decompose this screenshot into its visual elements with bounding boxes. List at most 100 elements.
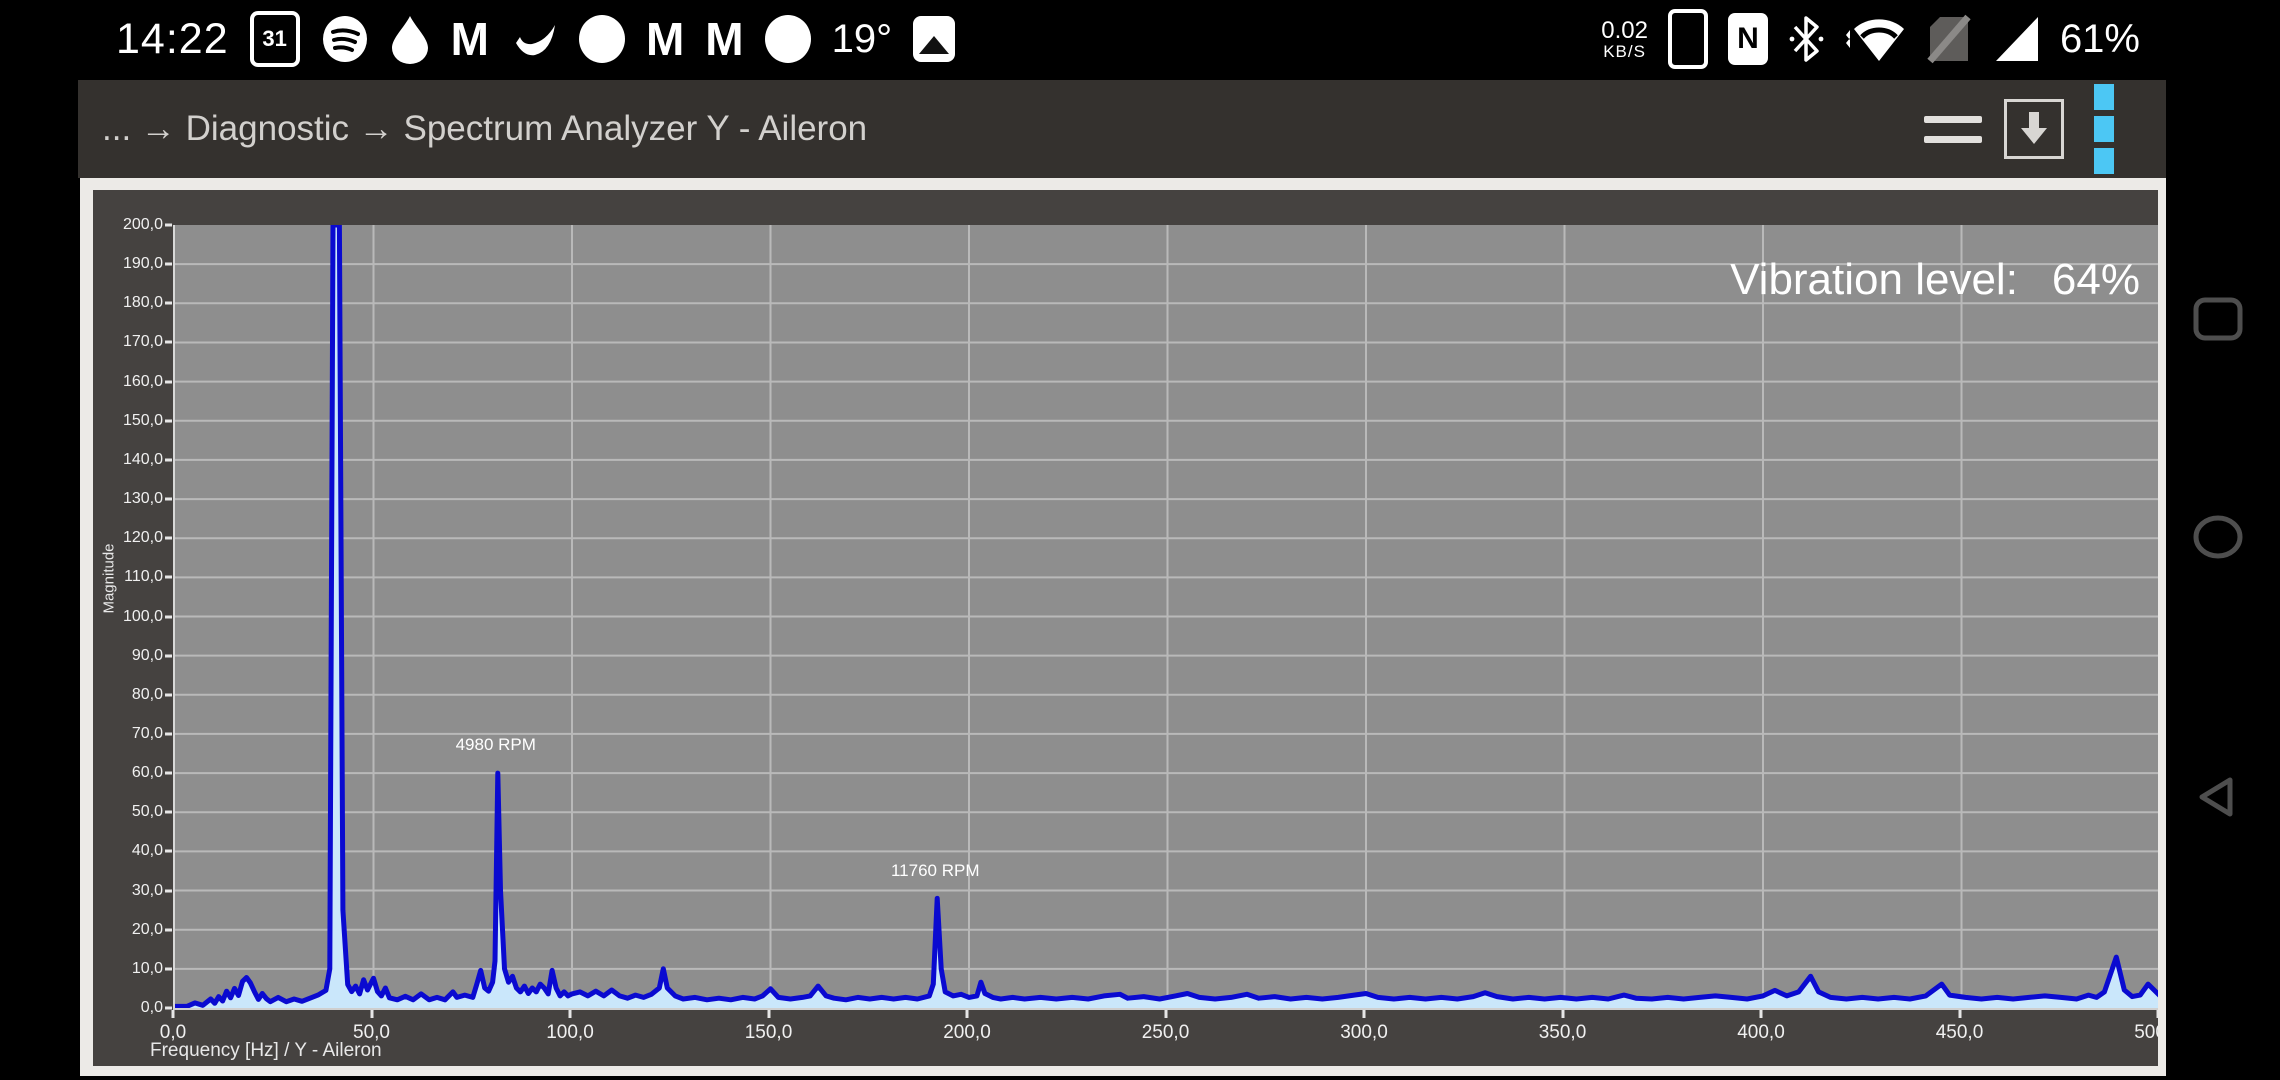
- rpm-annotation: 4980 RPM: [456, 735, 536, 755]
- x-axis-tick-label: 350,0: [1539, 1022, 1587, 1044]
- menu-icon[interactable]: [1924, 116, 1982, 143]
- y-axis-tick-label: 160,0: [93, 373, 163, 391]
- m-app-icon-2: M: [705, 16, 743, 62]
- y-axis-tick-label: 140,0: [93, 451, 163, 469]
- y-axis-tick-label: 60,0: [93, 764, 163, 782]
- battery-percent-text: 61%: [2060, 17, 2140, 62]
- connection-level-indicator[interactable]: [2094, 84, 2114, 174]
- y-axis-tick-label: 100,0: [93, 608, 163, 626]
- y-axis-tick-mark: [165, 224, 172, 227]
- phone-mode-icon: [1668, 9, 1708, 69]
- m-app-icon: M: [646, 16, 684, 62]
- signal-strength-icon: [1992, 15, 2040, 63]
- x-axis-tick-mark: [1760, 1010, 1763, 1018]
- check-swoosh-icon: [510, 17, 558, 61]
- circle-app-icon: [579, 15, 625, 63]
- chart-panel: Magnitude Frequency [Hz] / Y - Aileron V…: [80, 178, 2166, 1076]
- y-axis-tick-mark: [165, 811, 172, 814]
- y-axis-tick-label: 200,0: [93, 216, 163, 234]
- y-axis-tick-label: 110,0: [93, 568, 163, 586]
- water-drop-icon: [390, 14, 430, 64]
- x-axis-tick-mark: [172, 1010, 175, 1018]
- y-axis-tick-mark: [165, 341, 172, 344]
- calendar-day-text: 31: [262, 26, 286, 52]
- x-axis-tick-label: 300,0: [1340, 1022, 1388, 1044]
- x-axis-tick-mark: [370, 1010, 373, 1018]
- wifi-icon: [1844, 13, 1906, 65]
- weather-temperature-text: 19°: [832, 17, 893, 62]
- y-axis-tick-mark: [165, 654, 172, 657]
- y-axis-tick-label: 0,0: [93, 999, 163, 1017]
- status-right-cluster: 0.02 KB/S N 61%: [1601, 6, 2140, 72]
- y-axis-tick-label: 20,0: [93, 921, 163, 939]
- y-axis-tick-label: 150,0: [93, 412, 163, 430]
- y-axis-tick-mark: [165, 576, 172, 579]
- y-axis-tick-mark: [165, 263, 172, 266]
- y-axis-tick-mark: [165, 537, 172, 540]
- y-axis-tick-mark: [165, 302, 172, 305]
- y-axis-tick-label: 30,0: [93, 882, 163, 900]
- vibration-level-value: 64%: [2052, 255, 2140, 304]
- network-speed-value: 0.02: [1601, 19, 1648, 43]
- y-axis-tick-label: 120,0: [93, 529, 163, 547]
- x-axis-tick-label: 50,0: [353, 1022, 390, 1044]
- x-axis-tick-mark: [1363, 1010, 1366, 1018]
- y-axis-tick-label: 10,0: [93, 960, 163, 978]
- x-axis-tick-mark: [1164, 1010, 1167, 1018]
- nfc-letter: N: [1737, 22, 1759, 56]
- app-header: ... → Diagnostic → Spectrum Analyzer Y -…: [78, 80, 2166, 178]
- y-axis-tick-label: 180,0: [93, 294, 163, 312]
- y-axis-tick-label: 170,0: [93, 333, 163, 351]
- x-axis-tick-label: 500,0: [2134, 1022, 2158, 1044]
- download-icon[interactable]: [2004, 99, 2064, 159]
- x-axis-tick-mark: [767, 1010, 770, 1018]
- y-axis-tick-label: 50,0: [93, 803, 163, 821]
- bluetooth-icon: [1788, 13, 1824, 65]
- vibration-level-label: Vibration level:: [1730, 255, 2018, 304]
- spectrum-trace-svg: [175, 225, 2158, 1008]
- x-axis-tick-label: 400,0: [1737, 1022, 1785, 1044]
- y-axis-tick-label: 80,0: [93, 686, 163, 704]
- y-axis-tick-mark: [165, 967, 172, 970]
- y-axis-tick-label: 90,0: [93, 647, 163, 665]
- spotify-icon: [321, 15, 369, 63]
- gmail-icon: M: [451, 16, 489, 62]
- clock-text: 14:22: [116, 15, 229, 64]
- x-axis-tick-label: 250,0: [1142, 1022, 1190, 1044]
- x-axis-tick-mark: [1958, 1010, 1961, 1018]
- x-axis-tick-label: 450,0: [1936, 1022, 1984, 1044]
- plot-gridlines: [175, 225, 2158, 1008]
- vibration-level-readout: Vibration level: 64%: [1730, 255, 2140, 305]
- x-axis-tick-mark: [966, 1010, 969, 1018]
- x-axis-tick-label: 0,0: [160, 1022, 186, 1044]
- x-axis-tick-label: 150,0: [745, 1022, 793, 1044]
- spectrum-plot[interactable]: Vibration level: 64%: [173, 225, 2158, 1010]
- y-axis-tick-label: 70,0: [93, 725, 163, 743]
- home-button[interactable]: [2192, 514, 2244, 565]
- status-left-cluster: 14:22 31 M M M 19°: [116, 6, 955, 72]
- header-actions: [1924, 84, 2114, 174]
- y-axis-tick-mark: [165, 732, 172, 735]
- y-axis-tick-mark: [165, 458, 172, 461]
- network-speed-unit: KB/S: [1603, 43, 1646, 60]
- recent-apps-button[interactable]: [2192, 296, 2244, 347]
- circle-app-icon-2: [765, 15, 811, 63]
- x-axis-tick-mark: [2157, 1010, 2159, 1018]
- nfc-icon: N: [1728, 13, 1768, 65]
- y-axis-tick-mark: [165, 772, 172, 775]
- y-axis-tick-mark: [165, 928, 172, 931]
- x-axis-tick-label: 200,0: [943, 1022, 991, 1044]
- y-axis-tick-mark: [165, 850, 172, 853]
- y-axis-tick-label: 130,0: [93, 490, 163, 508]
- network-speed-indicator: 0.02 KB/S: [1601, 19, 1648, 60]
- calendar-icon: 31: [250, 11, 300, 67]
- x-axis-tick-mark: [569, 1010, 572, 1018]
- y-axis-tick-mark: [165, 380, 172, 383]
- y-axis-tick-mark: [165, 419, 172, 422]
- status-bar: 14:22 31 M M M 19° 0.02 KB/S N: [0, 0, 2280, 80]
- breadcrumb[interactable]: ... → Diagnostic → Spectrum Analyzer Y -…: [102, 109, 867, 149]
- y-axis-tick-label: 190,0: [93, 255, 163, 273]
- y-axis-tick-mark: [165, 889, 172, 892]
- y-axis-tick-mark: [165, 693, 172, 696]
- back-button[interactable]: [2192, 774, 2244, 825]
